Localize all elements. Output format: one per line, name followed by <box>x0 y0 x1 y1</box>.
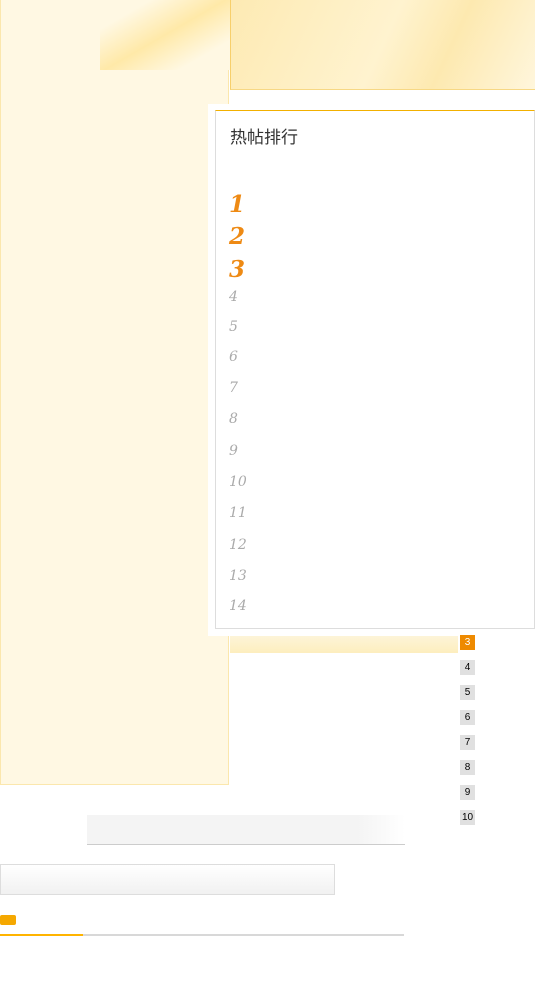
hot-posts-panel: 热帖排行 1 2 3 4 5 6 7 8 9 10 11 12 13 14 <box>215 110 535 629</box>
highlight-bar <box>230 636 458 653</box>
page-button[interactable]: 6 <box>460 710 475 725</box>
left-panel <box>0 0 229 785</box>
rank-number: 3 <box>229 256 246 283</box>
page-button[interactable]: 5 <box>460 685 475 700</box>
decorative-glow <box>100 0 230 70</box>
tab-underline-active <box>0 934 83 936</box>
page-button[interactable]: 10 <box>460 810 475 825</box>
comment-bubble-icon <box>0 915 16 925</box>
page-button[interactable]: 4 <box>460 660 475 675</box>
rank-number: 2 <box>229 223 246 250</box>
rank-number: 12 <box>229 537 247 553</box>
rank-number: 10 <box>229 474 247 490</box>
page-button[interactable]: 8 <box>460 760 475 775</box>
gray-bar <box>0 864 335 895</box>
rank-number: 7 <box>229 380 238 396</box>
rank-number: 4 <box>229 289 238 305</box>
top-banner <box>230 0 535 90</box>
rank-number: 1 <box>229 191 246 218</box>
rank-number: 5 <box>229 319 238 335</box>
rank-number: 11 <box>229 505 247 521</box>
page-button[interactable]: 9 <box>460 785 475 800</box>
gray-banner <box>87 815 405 845</box>
hot-posts-title: 热帖排行 <box>230 128 298 147</box>
rank-number: 6 <box>229 349 238 365</box>
rank-number: 14 <box>229 598 247 614</box>
rank-number: 8 <box>229 411 238 427</box>
rank-number: 13 <box>229 568 247 584</box>
page-button[interactable]: 3 <box>460 635 475 650</box>
page-button[interactable]: 7 <box>460 735 475 750</box>
rank-number: 9 <box>229 443 238 459</box>
